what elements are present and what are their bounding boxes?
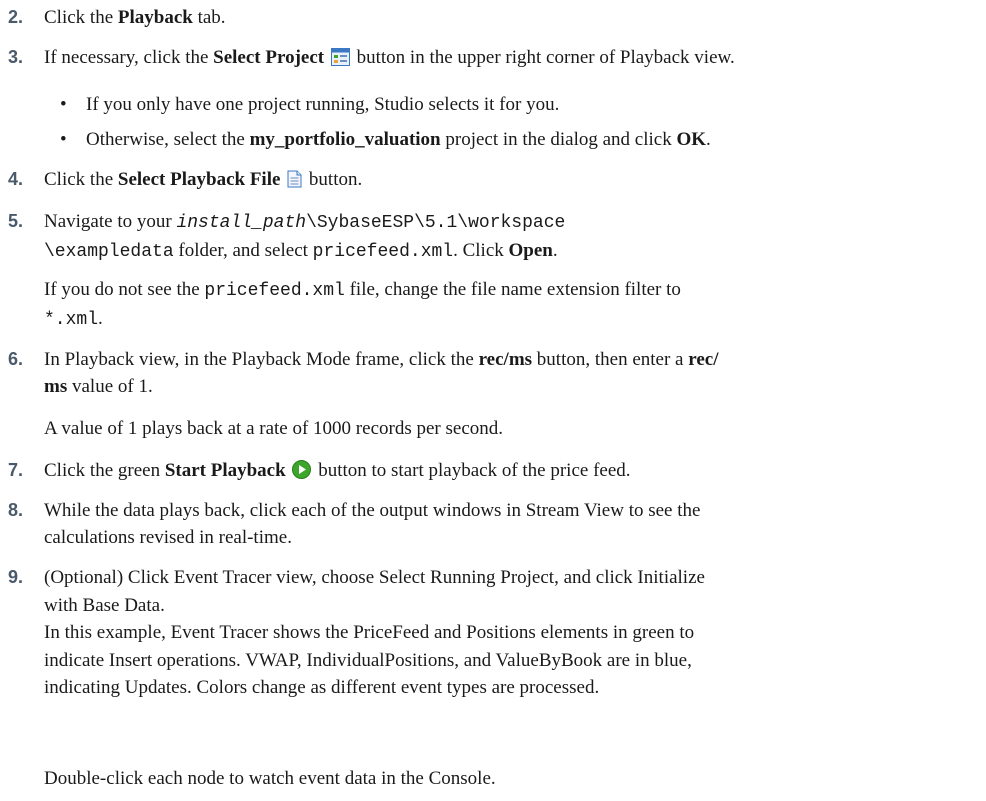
ui-term: Playback — [117, 7, 193, 28]
step-text: folder, and select — [173, 240, 313, 261]
path-text: \exampledata — [44, 242, 174, 262]
step-text: . Click — [453, 240, 509, 261]
bullet-text: project in the dialog and click — [440, 129, 677, 150]
step-number: 9. — [8, 567, 24, 587]
step-text: value of 1. — [67, 376, 153, 397]
step-number: 5. — [8, 211, 24, 231]
bullet-text: Otherwise, select the — [86, 129, 250, 150]
file-name: pricefeed.xml — [204, 281, 345, 301]
file-icon — [287, 169, 302, 196]
note-paragraph: A value of 1 plays back at a rate of 100… — [44, 418, 503, 439]
bullet-text: If you only have one project running, St… — [86, 94, 560, 115]
ui-term: rec/ — [688, 349, 719, 370]
ui-term: Start Playback — [164, 460, 286, 481]
file-name: pricefeed.xml — [312, 242, 454, 262]
ui-term: Select Project — [213, 47, 325, 68]
ui-term: Select Playback File — [117, 169, 281, 190]
step-4: 4. Click the Select Playback File button… — [8, 166, 968, 196]
path-variable: install_path — [176, 213, 307, 233]
start-playback-icon — [292, 460, 312, 487]
step-7: 7. Click the green Start Playback button… — [8, 457, 968, 487]
step-text: button, then enter a — [532, 349, 689, 370]
file-filter: *.xml — [44, 310, 99, 330]
step-9: 9. (Optional) Click Event Tracer view, c… — [8, 564, 968, 702]
step-number: 7. — [8, 460, 24, 480]
step-2: 2. Click the Playback tab. — [8, 4, 968, 31]
ui-term: ms — [44, 376, 68, 397]
step-text: Click the — [44, 169, 118, 190]
step-number: 2. — [8, 7, 24, 27]
note-paragraph: Double-click each node to watch event da… — [44, 768, 496, 789]
step-text: button to start playback of the price fe… — [313, 460, 631, 481]
step-3: 3. If necessary, click the Select Projec… — [8, 44, 968, 74]
path-text: \SybaseESP\5.1\workspace — [306, 213, 566, 233]
step-text: If necessary, click the — [44, 47, 214, 68]
ui-term: rec/ms — [478, 349, 533, 370]
step-text: Click the — [44, 7, 118, 28]
step-text: Click the green — [44, 460, 165, 481]
step-text: button in the upper right corner of Play… — [351, 47, 735, 68]
list-item: • If you only have one project running, S… — [60, 94, 560, 115]
select-project-icon — [330, 47, 350, 74]
ui-term: Open — [508, 240, 553, 261]
step-text: In Playback view, in the Playback Mode f… — [44, 349, 479, 370]
ui-term: OK — [676, 129, 707, 150]
step-text: tab. — [192, 7, 226, 28]
step-number: 4. — [8, 169, 24, 189]
step-number: 6. — [8, 349, 24, 369]
project-name: my_portfolio_valuation — [249, 129, 441, 150]
step-6: 6. In Playback view, in the Playback Mod… — [8, 346, 968, 400]
list-item: • Otherwise, select the my_portfolio_valu… — [60, 129, 711, 150]
step-text: Navigate to your — [44, 211, 177, 232]
step-8: 8. While the data plays back, click each… — [8, 497, 968, 551]
note-paragraph: If you do not see the pricefeed.xml file… — [44, 279, 681, 330]
step-number: 8. — [8, 500, 24, 520]
step-text: button. — [304, 169, 363, 190]
step-number: 3. — [8, 47, 24, 67]
step-5: 5. Navigate to your install_path\SybaseE… — [8, 208, 968, 266]
